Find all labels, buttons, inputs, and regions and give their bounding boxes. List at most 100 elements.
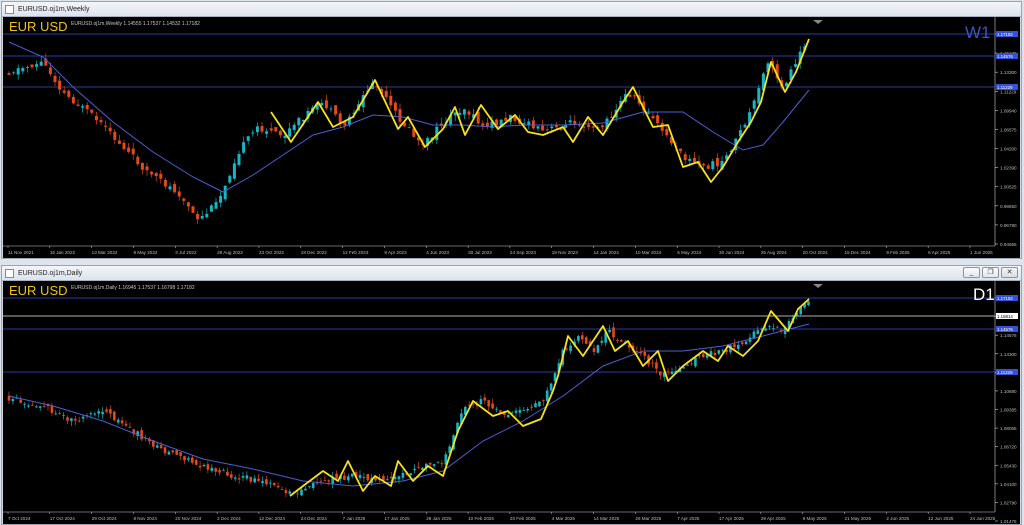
candle-body	[683, 154, 687, 161]
candle-body	[27, 405, 30, 407]
candle-body	[90, 109, 94, 113]
candle-body	[600, 125, 604, 128]
candle-body	[260, 126, 264, 132]
candle-body	[308, 486, 311, 488]
time-tick-label: 1 Jun 2025	[970, 250, 993, 255]
candle-body	[116, 419, 120, 423]
candle-body	[66, 417, 69, 421]
daily-chart-area[interactable]: 1.171821.158141.145761.133001.120101.106…	[3, 281, 1020, 524]
candle-body	[232, 163, 236, 179]
candle-body	[228, 175, 232, 183]
candle-body	[491, 403, 494, 409]
weekly-chart-window: EURUSD.oj1m,Weekly 1.171821.151761.13300…	[1, 1, 1022, 259]
candle-body	[205, 213, 209, 218]
candle-body	[311, 483, 315, 488]
price-tick-label: 1.04100	[1000, 482, 1017, 487]
candle-body	[241, 476, 245, 478]
time-tick-label: 30 Jul 2023	[468, 250, 492, 255]
zigzag-indicator-line	[270, 38, 810, 183]
zigzag-indicator-line	[289, 298, 810, 497]
price-tick-label: 0.98650	[1000, 204, 1017, 209]
candle-body	[128, 426, 132, 428]
restore-button[interactable]: ❐	[982, 267, 999, 278]
candle-body	[737, 344, 740, 349]
candle-body	[35, 64, 39, 67]
candle-body	[131, 148, 135, 155]
candle-body	[219, 195, 223, 203]
candle-body	[304, 488, 307, 491]
candle-body	[545, 390, 549, 402]
candle-body	[214, 468, 217, 472]
candle-body	[584, 337, 588, 344]
candle-body	[531, 120, 535, 129]
candle-body	[191, 206, 195, 213]
candle-body	[177, 191, 181, 197]
candle-body	[343, 475, 346, 480]
time-tick-label: 9 Apr 2023	[384, 250, 407, 255]
candle-body	[327, 480, 331, 482]
time-tick-label: 12 Jun 2025	[928, 516, 954, 521]
candle-body	[183, 456, 186, 461]
candle-body	[596, 345, 600, 353]
candle-body	[740, 342, 744, 345]
time-tick-label: 17 Jan 2025	[384, 516, 410, 521]
time-tick-label: 9 May 2025	[803, 516, 827, 521]
candle-body	[592, 348, 596, 352]
candle-body	[485, 122, 489, 127]
candle-body	[167, 451, 171, 455]
daily-window-buttons: _ ❐ ✕	[963, 267, 1018, 278]
weekly-chart-area[interactable]: 1.171821.151761.133001.112291.099401.065…	[3, 17, 1020, 258]
candle-body	[7, 73, 11, 75]
candle-body	[338, 113, 342, 124]
time-tick-label: 21 May 2025	[845, 516, 872, 521]
candle-body	[487, 400, 490, 407]
minimize-button[interactable]: _	[963, 267, 980, 278]
candle-body	[175, 450, 178, 455]
time-tick-label: 11 Nov 2021	[8, 250, 34, 255]
price-tick-label: 1.13300	[1000, 70, 1017, 75]
candle-body	[550, 126, 554, 129]
time-tick-label: 26 Mar 2025	[635, 516, 661, 521]
candle-body	[93, 413, 97, 415]
candle-body	[214, 202, 218, 209]
time-tick-label: 29 Jan 2025	[426, 516, 452, 521]
time-tick-label: 13 Mar 2022	[92, 250, 118, 255]
price-tick-label: 1.09940	[1000, 108, 1017, 113]
candle-body	[108, 127, 112, 132]
candle-body	[186, 202, 190, 207]
candle-body	[554, 125, 558, 128]
candle-body	[101, 411, 104, 415]
weekly-timeframe-label: W1	[965, 23, 991, 42]
candle-body	[237, 153, 241, 166]
time-tick-label: 2 Dec 2024	[217, 516, 241, 521]
candle-body	[440, 463, 444, 465]
daily-chart-canvas[interactable]: 1.171821.158141.145761.133001.120101.106…	[3, 281, 1020, 524]
candle-body	[776, 326, 779, 328]
price-tick-label: 0.96780	[1000, 223, 1017, 228]
time-tick-label: 12 Dec 2024	[259, 516, 285, 521]
candle-body	[31, 404, 34, 406]
candle-body	[323, 480, 327, 481]
candle-body	[577, 124, 581, 126]
candle-body	[577, 336, 580, 341]
daily-title-bar[interactable]: EURUSD.oj1m,Daily _ ❐ ✕	[2, 266, 1021, 281]
candle-body	[200, 216, 204, 219]
candle-body	[366, 474, 370, 481]
weekly-chart-canvas[interactable]: 1.171821.151761.133001.112291.099401.065…	[3, 17, 1020, 258]
candle-body	[347, 476, 350, 481]
candle-body	[398, 109, 402, 122]
candle-body	[692, 157, 696, 163]
candle-body	[237, 478, 241, 480]
candle-body	[230, 474, 233, 478]
candle-body	[495, 408, 498, 410]
weekly-title-bar[interactable]: EURUSD.oj1m,Weekly	[2, 2, 1021, 17]
close-button[interactable]: ✕	[1001, 267, 1018, 278]
candle-body	[659, 371, 662, 376]
candle-body	[124, 423, 128, 426]
candle-body	[284, 490, 288, 494]
time-tick-label: 8 Nov 2024	[133, 516, 157, 521]
candle-body	[196, 214, 200, 220]
candle-body	[591, 126, 595, 128]
candle-body	[744, 341, 748, 345]
candle-body	[581, 335, 584, 340]
